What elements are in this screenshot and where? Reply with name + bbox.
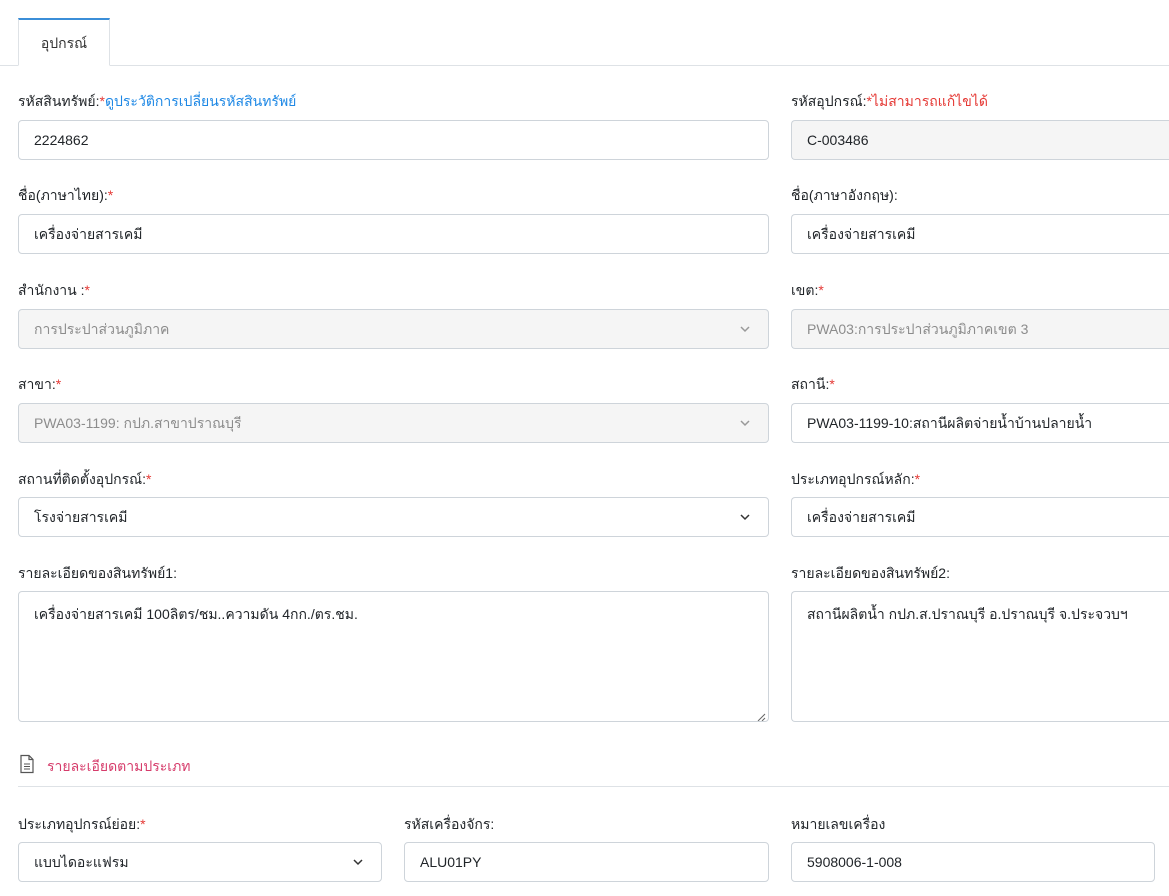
install-location-select-value: โรงจ่ายสารเคมี bbox=[34, 509, 128, 525]
required-mark: * bbox=[140, 816, 146, 832]
chevron-down-icon bbox=[738, 416, 752, 430]
zone-select: PWA03:การประปาส่วนภูมิภาคเขต 3 bbox=[791, 309, 1169, 349]
chevron-down-icon[interactable] bbox=[738, 510, 752, 524]
office-select: การประปาส่วนภูมิภาค bbox=[18, 309, 769, 349]
detail1-label: รายละเอียดของสินทรัพย์1: bbox=[18, 565, 177, 581]
serial-number-input[interactable]: 5908006-1-008 bbox=[791, 842, 1155, 882]
install-location-label: สถานที่ติดตั้งอุปกรณ์:* bbox=[18, 469, 151, 491]
office-select-value: การประปาส่วนภูมิภาค bbox=[34, 321, 170, 337]
required-mark: * bbox=[84, 282, 90, 298]
name-en-input[interactable]: เครื่องจ่ายสารเคมี bbox=[791, 214, 1169, 254]
branch-select: PWA03-1199: กปภ.สาขาปราณบุรี bbox=[18, 403, 769, 443]
required-mark: * bbox=[145, 471, 152, 487]
zone-label: เขต:* bbox=[791, 280, 824, 302]
required-mark: * bbox=[914, 471, 921, 487]
asset-code-label: รหัสสินทรัพย์:*ดูประวัติการเปลี่ยนรหัสสิ… bbox=[18, 91, 296, 113]
branch-label-text: สาขา: bbox=[18, 376, 56, 392]
sub-type-label: ประเภทอุปกรณ์ย่อย:* bbox=[18, 814, 146, 836]
detail2-label: รายละเอียดของสินทรัพย์2: bbox=[791, 565, 950, 581]
required-mark: * bbox=[818, 282, 824, 298]
chevron-down-icon[interactable] bbox=[351, 855, 365, 869]
branch-label: สาขา:* bbox=[18, 374, 61, 396]
equipment-code-input: C-003486 bbox=[791, 120, 1169, 160]
detail1-textarea[interactable]: เครื่องจ่ายสารเคมี 100ลิตร/ชม..ความดัน 4… bbox=[18, 591, 769, 722]
name-en-label: ชื่อ(ภาษาอังกฤษ): bbox=[791, 187, 898, 203]
station-label-text: สถานี: bbox=[791, 376, 830, 392]
document-icon bbox=[18, 754, 36, 774]
required-mark: * bbox=[829, 376, 835, 392]
station-select[interactable]: PWA03-1199-10:สถานีผลิตจ่ายน้ำบ้านปลายน้… bbox=[791, 403, 1169, 443]
section-divider bbox=[18, 786, 1169, 787]
detail1-text: เครื่องจ่ายสารเคมี 100ลิตร/ชม..ความดัน 4… bbox=[34, 606, 358, 622]
name-th-input[interactable]: เครื่องจ่ายสารเคมี bbox=[18, 214, 769, 254]
office-label: สำนักงาน :* bbox=[18, 280, 90, 302]
machine-code-input[interactable]: ALU01PY bbox=[404, 842, 769, 882]
office-label-text: สำนักงาน : bbox=[18, 282, 85, 298]
branch-select-value: PWA03-1199: กปภ.สาขาปราณบุรี bbox=[34, 415, 242, 431]
sub-type-select[interactable]: แบบไดอะแฟรม bbox=[18, 842, 382, 882]
name-th-label-text: ชื่อ(ภาษาไทย): bbox=[18, 187, 108, 203]
resize-handle-icon[interactable] bbox=[756, 709, 766, 721]
section-title: รายละเอียดตามประเภท bbox=[47, 758, 191, 774]
asset-code-input[interactable]: 2224862 bbox=[18, 120, 769, 160]
not-editable-note: ไม่สามารถแก้ไขได้ bbox=[871, 93, 988, 109]
sub-type-label-text: ประเภทอุปกรณ์ย่อย: bbox=[18, 816, 141, 832]
station-label: สถานี:* bbox=[791, 374, 835, 396]
tab-equipment[interactable]: อุปกรณ์ bbox=[18, 18, 110, 66]
install-location-select[interactable]: โรงจ่ายสารเคมี bbox=[18, 497, 769, 537]
sub-type-select-value: แบบไดอะแฟรม bbox=[34, 854, 129, 870]
detail2-text: สถานีผลิตน้ำ กปภ.ส.ปราณบุรี อ.ปราณบุรี จ… bbox=[807, 606, 1128, 622]
equipment-code-label-text: รหัสอุปกรณ์: bbox=[791, 93, 867, 109]
equipment-code-label: รหัสอุปกรณ์:*ไม่สามารถแก้ไขได้ bbox=[791, 91, 988, 113]
zone-label-text: เขต: bbox=[791, 282, 819, 298]
main-type-label: ประเภทอุปกรณ์หลัก:* bbox=[791, 469, 920, 491]
required-mark: * bbox=[55, 376, 62, 392]
name-th-label: ชื่อ(ภาษาไทย):* bbox=[18, 185, 113, 207]
tab-bar: อุปกรณ์ bbox=[0, 18, 1169, 66]
asset-code-history-link[interactable]: ดูประวัติการเปลี่ยนรหัสสินทรัพย์ bbox=[105, 93, 296, 109]
machine-code-label: รหัสเครื่องจักร: bbox=[404, 816, 495, 832]
install-location-label-text: สถานที่ติดตั้งอุปกรณ์: bbox=[18, 471, 146, 487]
chevron-down-icon bbox=[738, 322, 752, 336]
serial-number-label: หมายเลขเครื่อง bbox=[791, 816, 886, 832]
main-type-select[interactable]: เครื่องจ่ายสารเคมี bbox=[791, 497, 1169, 537]
required-mark: * bbox=[107, 187, 114, 203]
main-type-label-text: ประเภทอุปกรณ์หลัก: bbox=[791, 471, 915, 487]
asset-code-label-text: รหัสสินทรัพย์: bbox=[18, 93, 100, 109]
detail2-textarea[interactable]: สถานีผลิตน้ำ กปภ.ส.ปราณบุรี อ.ปราณบุรี จ… bbox=[791, 591, 1169, 722]
